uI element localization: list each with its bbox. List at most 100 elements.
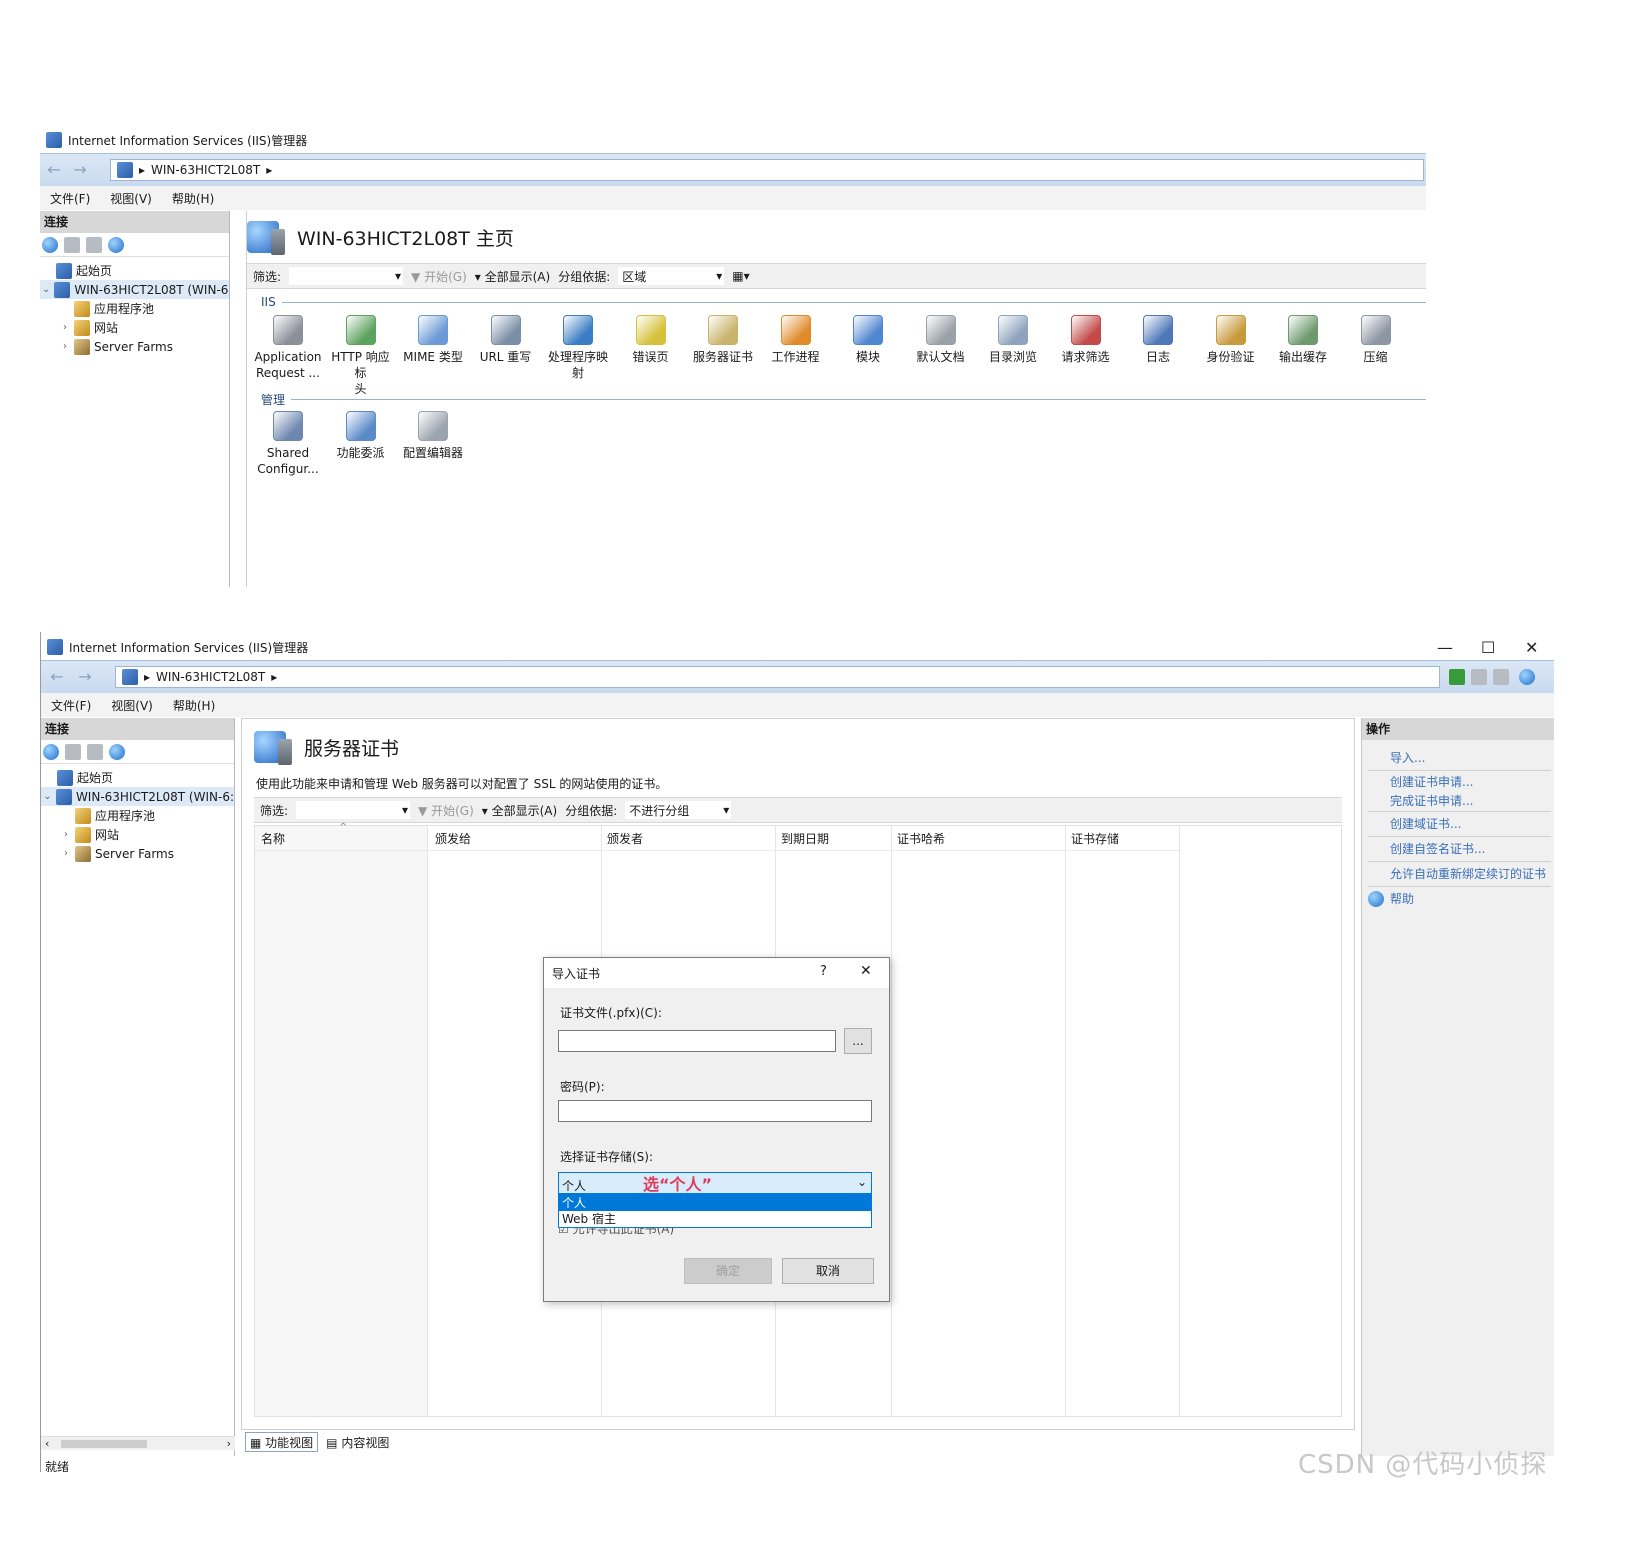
filter-input[interactable]: ▾	[289, 267, 404, 285]
home-icon[interactable]	[1493, 669, 1509, 685]
action-import[interactable]: 导入...	[1362, 746, 1554, 770]
address-bar[interactable]: ▸ WIN-63HICT2L08T ▸	[110, 159, 1424, 181]
cancel-button[interactable]: 取消	[782, 1258, 874, 1284]
feature-iis-6[interactable]: 服务器证书	[688, 315, 758, 365]
close-button[interactable]: ✕	[1525, 638, 1538, 657]
dialog-help-button[interactable]: ?	[820, 964, 827, 979]
scroll-thumb[interactable]	[61, 1440, 147, 1448]
ok-button[interactable]: 确定	[684, 1258, 772, 1284]
forward-arrow-icon[interactable]: →	[75, 668, 95, 688]
chevron-right-icon[interactable]: ›	[61, 829, 71, 840]
connect-icon[interactable]	[42, 236, 58, 253]
chevron-right-icon[interactable]: ›	[60, 322, 70, 333]
address-server[interactable]: WIN-63HICT2L08T	[151, 163, 260, 177]
action-help[interactable]: 帮助	[1362, 887, 1554, 911]
export-checkbox-row[interactable]: ☑ 允许导出此证书(A)	[558, 1228, 674, 1236]
chevron-down-icon[interactable]: ▾	[402, 803, 408, 817]
feature-iis-11[interactable]: 请求筛选	[1051, 315, 1121, 365]
group-by-select[interactable]: 不进行分组 ▾	[625, 801, 732, 819]
browse-button[interactable]: ...	[844, 1028, 872, 1054]
feature-iis-14[interactable]: 输出缓存	[1268, 315, 1338, 365]
up-icon[interactable]	[87, 743, 103, 760]
action-create-domain-cert[interactable]: 创建域证书...	[1362, 812, 1554, 836]
tree-item-start-page[interactable]: 起始页	[40, 261, 229, 280]
store-select[interactable]: 个人 选“个人” ⌄	[558, 1172, 872, 1194]
tree-item-server-farms[interactable]: › Server Farms	[41, 844, 234, 863]
dialog-close-button[interactable]: ✕	[860, 963, 872, 979]
tree-item-start-page[interactable]: 起始页	[41, 768, 234, 787]
feature-iis-8[interactable]: 模块	[833, 315, 903, 365]
group-by-select[interactable]: 区域 ▾	[618, 267, 725, 285]
tree-item-server[interactable]: ⌄ WIN-63HICT2L08T (WIN-6:	[41, 787, 234, 806]
scroll-left-icon[interactable]: ‹	[45, 1437, 49, 1450]
back-arrow-icon[interactable]: ←	[47, 668, 67, 688]
minimize-button[interactable]: —	[1437, 638, 1453, 657]
feature-iis-12[interactable]: 日志	[1123, 315, 1193, 365]
address-bar[interactable]: ▸ WIN-63HICT2L08T ▸	[115, 666, 1440, 688]
password-input[interactable]	[558, 1100, 872, 1122]
feature-iis-3[interactable]: URL 重写	[471, 315, 541, 365]
help-icon[interactable]	[1519, 669, 1535, 685]
feature-iis-5[interactable]: 错误页	[616, 315, 686, 365]
filter-go-button[interactable]: ▼ 开始(G)	[418, 802, 474, 819]
menu-file[interactable]: 文件(F)	[51, 697, 91, 714]
action-auto-rebind[interactable]: 允许自动重新绑定续订的证书	[1362, 862, 1554, 886]
feature-manage-2[interactable]: 配置编辑器	[398, 411, 468, 461]
view-mode-icon[interactable]: ▦▾	[732, 269, 749, 283]
feature-iis-10[interactable]: 目录浏览	[978, 315, 1048, 365]
column-header-issued-by[interactable]: 颁发者	[607, 830, 643, 847]
action-create-request[interactable]: 创建证书申请...	[1362, 773, 1554, 792]
save-icon[interactable]	[64, 236, 80, 253]
action-complete-request[interactable]: 完成证书申请...	[1362, 792, 1554, 811]
menu-file[interactable]: 文件(F)	[50, 190, 90, 207]
feature-iis-2[interactable]: MIME 类型	[398, 315, 468, 365]
chevron-down-icon[interactable]: ▾	[723, 803, 729, 817]
refresh-icon[interactable]	[1449, 669, 1465, 685]
disconnect-icon[interactable]	[108, 236, 124, 253]
feature-iis-0[interactable]: Application Request ...	[253, 315, 323, 381]
feature-iis-15[interactable]: 压缩	[1341, 315, 1411, 365]
chevron-right-icon[interactable]: ›	[60, 341, 70, 352]
tree-item-app-pools[interactable]: 应用程序池	[40, 299, 229, 318]
cert-file-input[interactable]	[558, 1030, 836, 1052]
column-header-name[interactable]: 名称	[261, 830, 285, 847]
feature-iis-1[interactable]: HTTP 响应标头	[326, 315, 396, 397]
stop-icon[interactable]	[1471, 669, 1487, 685]
menu-help[interactable]: 帮助(H)	[173, 697, 215, 714]
chevron-down-icon[interactable]: ⌄	[857, 1175, 867, 1189]
address-server[interactable]: WIN-63HICT2L08T	[156, 670, 265, 684]
action-create-self-signed[interactable]: 创建自签名证书...	[1362, 837, 1554, 861]
scroll-right-icon[interactable]: ›	[227, 1437, 231, 1450]
feature-iis-13[interactable]: 身份验证	[1196, 315, 1266, 365]
filter-input[interactable]: ▾	[296, 801, 411, 819]
tree-item-sites[interactable]: › 网站	[41, 825, 234, 844]
menu-view[interactable]: 视图(V)	[111, 697, 153, 714]
show-all-button[interactable]: ▾ 全部显示(A)	[482, 802, 557, 819]
maximize-button[interactable]: ☐	[1481, 638, 1495, 657]
horizontal-scrollbar[interactable]: ‹ ›	[41, 1436, 235, 1450]
feature-iis-9[interactable]: 默认文档	[906, 315, 976, 365]
column-header-store[interactable]: 证书存储	[1071, 830, 1119, 847]
menu-help[interactable]: 帮助(H)	[172, 190, 214, 207]
forward-arrow-icon[interactable]: →	[70, 161, 90, 181]
tree-item-sites[interactable]: › 网站	[40, 318, 229, 337]
menu-view[interactable]: 视图(V)	[110, 190, 152, 207]
back-arrow-icon[interactable]: ←	[44, 161, 64, 181]
save-icon[interactable]	[65, 743, 81, 760]
tree-item-app-pools[interactable]: 应用程序池	[41, 806, 234, 825]
tab-content-view[interactable]: ▤ 内容视图	[322, 1432, 393, 1452]
feature-iis-7[interactable]: 工作进程	[761, 315, 831, 365]
column-header-expiration[interactable]: 到期日期	[781, 830, 829, 847]
chevron-down-icon[interactable]: ⌄	[43, 791, 52, 802]
column-header-hash[interactable]: 证书哈希	[897, 830, 945, 847]
tab-features-view[interactable]: ▦ 功能视图	[245, 1432, 319, 1452]
show-all-button[interactable]: ▾ 全部显示(A)	[475, 268, 550, 285]
tree-item-server[interactable]: ⌄ WIN-63HICT2L08T (WIN-6:	[40, 280, 229, 299]
tree-item-server-farms[interactable]: › Server Farms	[40, 337, 229, 356]
feature-iis-4[interactable]: 处理程序映射	[543, 315, 613, 381]
filter-go-button[interactable]: ▼ 开始(G)	[411, 268, 467, 285]
feature-manage-1[interactable]: 功能委派	[326, 411, 396, 461]
column-header-issued-to[interactable]: 颁发给	[435, 830, 471, 847]
feature-manage-0[interactable]: Shared Configur...	[253, 411, 323, 477]
store-option-webhosting[interactable]: Web 宿主	[559, 1211, 871, 1227]
